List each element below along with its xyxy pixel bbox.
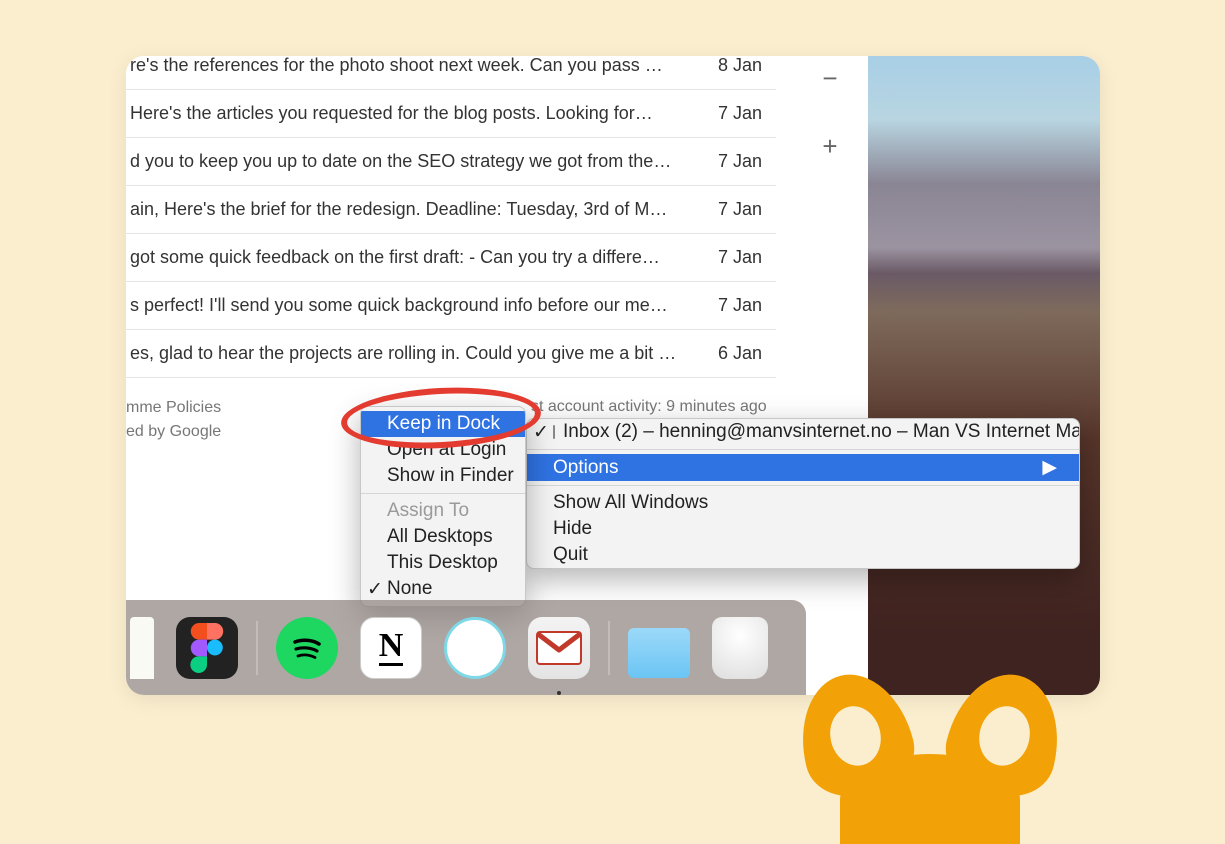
menu-label: Keep in Dock (387, 413, 500, 435)
screenshot-window: − + re's the references for the photo sh… (126, 56, 1100, 695)
account-activity[interactable]: st account activity: 9 minutes ago (531, 398, 767, 416)
gmail-footer: mme Policies ed by Google (126, 396, 221, 444)
programme-policies-link[interactable]: mme Policies (126, 396, 221, 420)
check-icon: ✓ (533, 421, 549, 444)
menu-label: Show in Finder (387, 465, 514, 487)
email-row[interactable]: d you to keep you up to date on the SEO … (126, 138, 776, 186)
menu-options[interactable]: Options ▶ (527, 454, 1079, 481)
menu-separator (527, 449, 1079, 450)
check-icon: ✓ (367, 578, 383, 601)
email-preview: d you to keep you up to date on the SEO … (130, 151, 702, 172)
email-preview: s perfect! I'll send you some quick back… (130, 295, 702, 316)
menu-label: Assign To (387, 500, 469, 522)
options-submenu: Keep in Dock Open at Login Show in Finde… (360, 406, 526, 607)
email-date: 6 Jan (702, 343, 762, 364)
email-row[interactable]: Here's the articles you requested for th… (126, 90, 776, 138)
email-row[interactable]: re's the references for the photo shoot … (126, 56, 776, 90)
dock-context-menu: ✓ Inbox (2) – henning@manvsinternet.no –… (526, 418, 1080, 569)
powered-by-google: ed by Google (126, 420, 221, 444)
desktop-wallpaper (868, 56, 1100, 695)
menu-keep-in-dock[interactable]: Keep in Dock (361, 411, 525, 437)
email-preview: re's the references for the photo shoot … (130, 56, 702, 76)
menu-label: None (387, 578, 432, 600)
menu-separator (361, 493, 525, 494)
email-preview: Here's the articles you requested for th… (130, 103, 702, 124)
menu-separator (527, 485, 1079, 486)
menu-label: This Desktop (387, 552, 498, 574)
email-preview: ain, Here's the brief for the redesign. … (130, 199, 702, 220)
menu-quit[interactable]: Quit (527, 542, 1079, 568)
email-date: 7 Jan (702, 295, 762, 316)
email-row[interactable]: s perfect! I'll send you some quick back… (126, 282, 776, 330)
email-date: 7 Jan (702, 247, 762, 268)
menu-assign-to-header: Assign To (361, 498, 525, 524)
menu-window-title[interactable]: ✓ Inbox (2) – henning@manvsinternet.no –… (527, 419, 1079, 445)
gmail-app-icon[interactable] (528, 617, 590, 679)
menu-show-all-windows[interactable]: Show All Windows (527, 490, 1079, 516)
figma-icon (190, 623, 224, 673)
menu-options-label: Options (553, 457, 618, 479)
dock-separator (608, 621, 610, 675)
zoom-out-button[interactable]: − (808, 56, 852, 100)
submenu-arrow-icon: ▶ (1008, 456, 1057, 479)
notion-app-icon[interactable]: N (360, 617, 422, 679)
menu-label: Quit (553, 544, 588, 566)
zoom-controls: − + (796, 56, 866, 168)
email-date: 8 Jan (702, 56, 762, 76)
menu-label: Open at Login (387, 439, 506, 461)
window-title-text: Inbox (2) – henning@manvsinternet.no – M… (563, 421, 1080, 443)
zoom-in-button[interactable]: + (808, 124, 852, 168)
email-row[interactable]: es, glad to hear the projects are rollin… (126, 330, 776, 378)
email-preview: es, glad to hear the projects are rollin… (130, 343, 702, 364)
window-icon (553, 425, 555, 439)
notes-app-icon[interactable] (130, 617, 154, 679)
menu-open-at-login[interactable]: Open at Login (361, 437, 525, 463)
email-date: 7 Jan (702, 103, 762, 124)
dock: N (126, 600, 806, 695)
menu-label: All Desktops (387, 526, 493, 548)
menu-label: Show All Windows (553, 492, 708, 514)
trash-icon[interactable] (712, 617, 768, 679)
circle-app-icon[interactable] (444, 617, 506, 679)
email-date: 7 Jan (702, 199, 762, 220)
email-list: re's the references for the photo shoot … (126, 56, 776, 378)
gmail-icon (536, 631, 582, 665)
notion-icon: N (379, 629, 404, 666)
downloads-folder-icon[interactable] (628, 628, 690, 678)
spotify-app-icon[interactable] (276, 617, 338, 679)
menu-hide[interactable]: Hide (527, 516, 1079, 542)
email-row[interactable]: ain, Here's the brief for the redesign. … (126, 186, 776, 234)
menu-show-in-finder[interactable]: Show in Finder (361, 463, 525, 489)
figma-app-icon[interactable] (176, 617, 238, 679)
menu-this-desktop[interactable]: This Desktop (361, 550, 525, 576)
spotify-icon (287, 628, 327, 668)
email-preview: got some quick feedback on the first dra… (130, 247, 702, 268)
menu-all-desktops[interactable]: All Desktops (361, 524, 525, 550)
menu-none[interactable]: ✓ None (361, 576, 525, 602)
email-date: 7 Jan (702, 151, 762, 172)
dock-separator (256, 621, 258, 675)
running-indicator-icon (557, 691, 561, 695)
menu-label: Hide (553, 518, 592, 540)
email-row[interactable]: got some quick feedback on the first dra… (126, 234, 776, 282)
